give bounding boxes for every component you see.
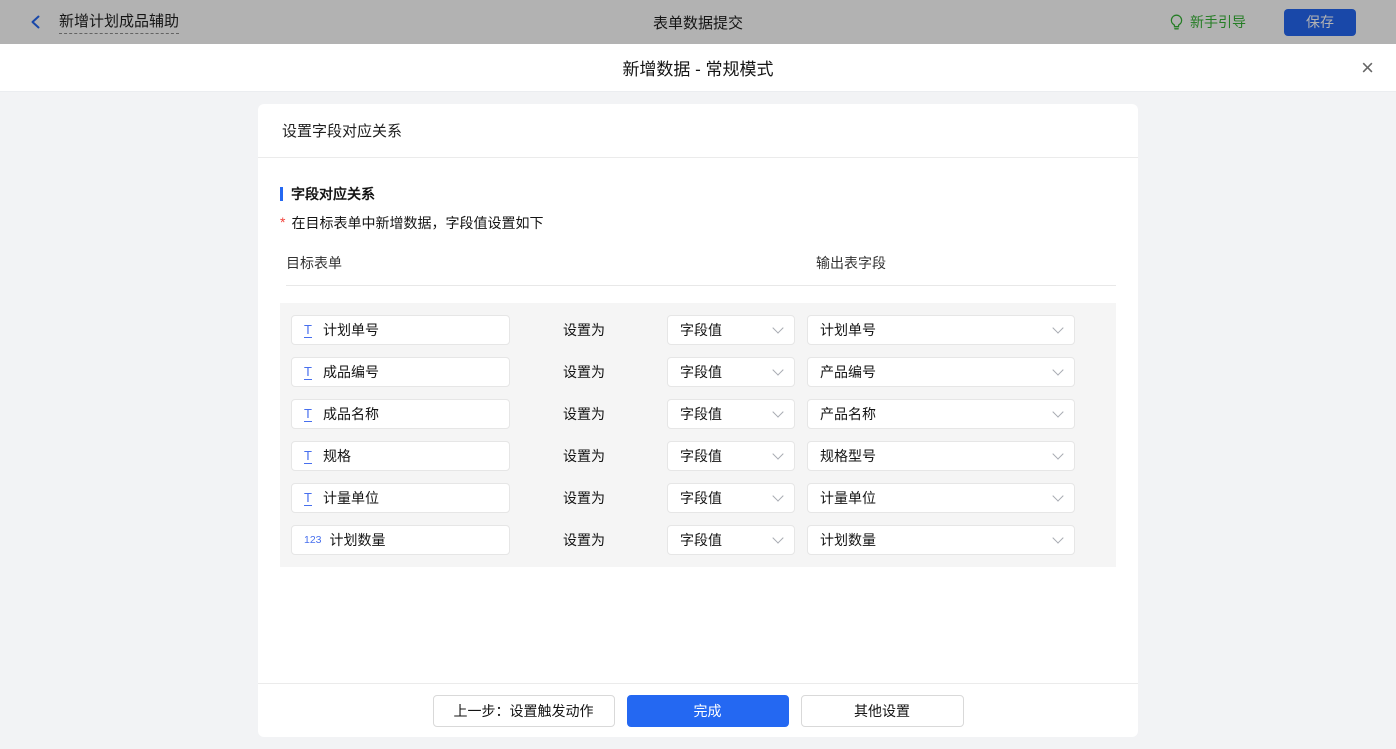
- mapping-row: T 成品编号 设置为 字段值 产品编号: [291, 357, 1105, 387]
- section-title: 字段对应关系: [280, 184, 1116, 204]
- output-field-value: 计划单号: [820, 320, 876, 340]
- value-mode-value: 字段值: [680, 362, 722, 382]
- output-field-select[interactable]: 计划单号: [807, 315, 1075, 345]
- target-field[interactable]: T 成品名称: [291, 399, 510, 429]
- chevron-down-icon: [772, 448, 783, 459]
- target-field-label: 成品编号: [323, 362, 379, 382]
- target-field[interactable]: T 计划单号: [291, 315, 510, 345]
- output-field-select[interactable]: 计划数量: [807, 525, 1075, 555]
- required-note-text: 在目标表单中新增数据，字段值设置如下: [291, 213, 543, 233]
- target-field-label: 计划单号: [323, 320, 379, 340]
- target-field-label: 计划数量: [330, 530, 386, 550]
- output-field-value: 计量单位: [820, 488, 876, 508]
- value-mode-select[interactable]: 字段值: [667, 483, 795, 513]
- output-field-value: 规格型号: [820, 446, 876, 466]
- output-field-select[interactable]: 产品编号: [807, 357, 1075, 387]
- mapping-row: 123 计划数量 设置为 字段值 计划数量: [291, 525, 1105, 555]
- close-icon[interactable]: ×: [1361, 57, 1374, 79]
- column-headers: 目标表单 输出表字段: [286, 253, 1116, 286]
- text-field-icon: T: [304, 365, 312, 380]
- card-header-title: 设置字段对应关系: [258, 104, 1138, 158]
- modal-title: 新增数据 - 常规模式: [622, 55, 773, 80]
- output-field-select[interactable]: 计量单位: [807, 483, 1075, 513]
- target-field-label: 规格: [323, 446, 351, 466]
- field-mapping-card: 设置字段对应关系 字段对应关系 * 在目标表单中新增数据，字段值设置如下 目标表…: [258, 104, 1138, 737]
- modal-header: 新增数据 - 常规模式 ×: [0, 44, 1396, 92]
- value-mode-select[interactable]: 字段值: [667, 399, 795, 429]
- prev-step-button[interactable]: 上一步：设置触发动作: [433, 695, 615, 727]
- chevron-down-icon: [772, 322, 783, 333]
- chevron-down-icon: [772, 532, 783, 543]
- workflow-title[interactable]: 新增计划成品辅助: [59, 10, 179, 34]
- mapping-row: T 成品名称 设置为 字段值 产品名称: [291, 399, 1105, 429]
- chevron-down-icon: [1052, 406, 1063, 417]
- value-mode-value: 字段值: [680, 404, 722, 424]
- guide-label: 新手引导: [1190, 12, 1246, 32]
- number-field-icon: 123: [304, 535, 322, 546]
- chevron-down-icon: [1052, 532, 1063, 543]
- output-field-select[interactable]: 产品名称: [807, 399, 1075, 429]
- lightbulb-icon: [1169, 14, 1184, 31]
- value-mode-select[interactable]: 字段值: [667, 357, 795, 387]
- chevron-left-icon: [28, 14, 44, 30]
- set-as-label: 设置为: [563, 404, 605, 424]
- value-mode-value: 字段值: [680, 320, 722, 340]
- target-field[interactable]: 123 计划数量: [291, 525, 510, 555]
- output-field-value: 计划数量: [820, 530, 876, 550]
- text-field-icon: T: [304, 449, 312, 464]
- mapping-rows: T 计划单号 设置为 字段值 计划单号 T 成品编号 设置为 字段值 产品编号 …: [280, 303, 1116, 567]
- value-mode-select[interactable]: 字段值: [667, 441, 795, 471]
- set-as-label: 设置为: [563, 488, 605, 508]
- text-field-icon: T: [304, 323, 312, 338]
- column-header-target: 目标表单: [286, 255, 342, 271]
- set-as-label: 设置为: [563, 320, 605, 340]
- back-button[interactable]: [28, 14, 44, 30]
- chevron-down-icon: [1052, 322, 1063, 333]
- value-mode-value: 字段值: [680, 446, 722, 466]
- target-field-label: 成品名称: [323, 404, 379, 424]
- modal-body: 设置字段对应关系 字段对应关系 * 在目标表单中新增数据，字段值设置如下 目标表…: [0, 92, 1396, 749]
- section-title-label: 字段对应关系: [291, 184, 375, 204]
- chevron-down-icon: [1052, 448, 1063, 459]
- target-field-label: 计量单位: [323, 488, 379, 508]
- chevron-down-icon: [1052, 490, 1063, 501]
- set-as-label: 设置为: [563, 530, 605, 550]
- output-field-value: 产品名称: [820, 404, 876, 424]
- required-note: * 在目标表单中新增数据，字段值设置如下: [280, 213, 1116, 233]
- target-field[interactable]: T 计量单位: [291, 483, 510, 513]
- output-field-value: 产品编号: [820, 362, 876, 382]
- chevron-down-icon: [772, 364, 783, 375]
- set-as-label: 设置为: [563, 446, 605, 466]
- topbar: 新增计划成品辅助 表单数据提交 新手引导 保存: [0, 0, 1396, 44]
- card-content: 字段对应关系 * 在目标表单中新增数据，字段值设置如下 目标表单 输出表字段 T…: [258, 158, 1138, 683]
- output-field-select[interactable]: 规格型号: [807, 441, 1075, 471]
- required-asterisk: *: [280, 215, 285, 229]
- card-footer: 上一步：设置触发动作 完成 其他设置: [258, 683, 1138, 737]
- chevron-down-icon: [772, 406, 783, 417]
- mapping-row: T 规格 设置为 字段值 规格型号: [291, 441, 1105, 471]
- mapping-row: T 计量单位 设置为 字段值 计量单位: [291, 483, 1105, 513]
- value-mode-value: 字段值: [680, 530, 722, 550]
- other-settings-button[interactable]: 其他设置: [801, 695, 964, 727]
- topbar-actions: 新手引导 保存: [1169, 9, 1356, 36]
- set-as-label: 设置为: [563, 362, 605, 382]
- topbar-center-title: 表单数据提交: [653, 12, 743, 33]
- mapping-row: T 计划单号 设置为 字段值 计划单号: [291, 315, 1105, 345]
- column-header-output: 输出表字段: [816, 253, 886, 273]
- beginner-guide-link[interactable]: 新手引导: [1169, 12, 1246, 32]
- target-field[interactable]: T 成品编号: [291, 357, 510, 387]
- save-button[interactable]: 保存: [1284, 9, 1356, 36]
- value-mode-value: 字段值: [680, 488, 722, 508]
- section-accent-bar: [280, 187, 283, 201]
- chevron-down-icon: [1052, 364, 1063, 375]
- chevron-down-icon: [772, 490, 783, 501]
- text-field-icon: T: [304, 407, 312, 422]
- done-button[interactable]: 完成: [627, 695, 789, 727]
- value-mode-select[interactable]: 字段值: [667, 525, 795, 555]
- target-field[interactable]: T 规格: [291, 441, 510, 471]
- value-mode-select[interactable]: 字段值: [667, 315, 795, 345]
- text-field-icon: T: [304, 491, 312, 506]
